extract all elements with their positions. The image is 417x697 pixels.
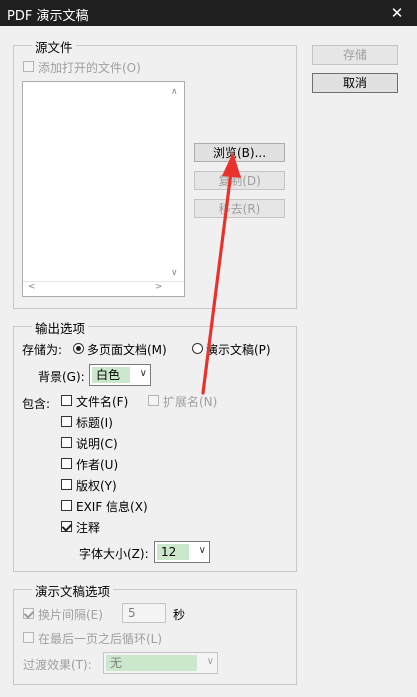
chevron-down-icon: ∨ [198,545,206,556]
remove-button[interactable]: 移去(R) [194,199,285,218]
title-label: 标题(I) [76,416,113,430]
author-label: 作者(U) [76,458,119,472]
seconds-label: 秒 [173,608,186,622]
filename-checkbox[interactable] [61,395,72,406]
exif-checkbox[interactable] [61,500,72,511]
advance-every-label: 换片间隔(E) [38,608,103,622]
font-size-value: 12 [157,544,189,560]
scroll-down-icon[interactable]: ∨ [171,268,178,278]
description-label: 说明(C) [76,437,118,451]
multipage-document-label: 多页面文档(M) [87,343,167,357]
exif-label: EXIF 信息(X) [76,500,148,514]
title-bar: PDF 演示文稿 ✕ [0,0,417,26]
notes-label: 注释 [76,521,101,535]
loop-label: 在最后一页之后循环(L) [38,632,163,646]
output-options-group [13,326,297,572]
extension-checkbox[interactable] [148,395,159,406]
background-select[interactable]: 白色 ∨ [89,364,151,386]
filename-label: 文件名(F) [76,395,129,409]
extension-label: 扩展名(N) [163,395,218,409]
source-file-list[interactable]: ∧ ∨ < > [22,81,185,297]
save-as-label: 存储为: [22,343,63,357]
loop-checkbox[interactable] [23,632,34,643]
close-icon[interactable]: ✕ [380,2,414,24]
add-open-files-label: 添加打开的文件(O) [38,61,141,75]
title-checkbox[interactable] [61,416,72,427]
advance-seconds-input[interactable]: 5 [122,603,166,623]
presentation-options-legend: 演示文稿选项 [32,581,114,600]
copyright-checkbox[interactable] [61,479,72,490]
source-files-legend: 源文件 [32,37,76,56]
transition-label: 过渡效果(T): [23,658,92,672]
scroll-left-icon[interactable]: < [28,282,36,292]
font-size-label: 字体大小(Z): [79,547,149,561]
duplicate-button[interactable]: 复制(D) [194,171,285,190]
include-label: 包含: [22,397,51,411]
copyright-label: 版权(Y) [76,479,117,493]
browse-button[interactable]: 浏览(B)... [194,143,285,162]
author-checkbox[interactable] [61,458,72,469]
window-title: PDF 演示文稿 [7,9,89,24]
advance-every-checkbox[interactable] [23,608,34,619]
background-label: 背景(G): [38,370,85,384]
horizontal-scrollbar[interactable]: < > [23,281,184,297]
multipage-document-radio[interactable] [73,343,84,354]
description-checkbox[interactable] [61,437,72,448]
font-size-select[interactable]: 12 ∨ [154,541,210,563]
transition-select[interactable]: 无 ∨ [103,652,218,674]
chevron-down-icon: ∨ [206,656,214,667]
transition-value: 无 [106,655,197,671]
chevron-down-icon: ∨ [139,368,147,379]
add-open-files-checkbox[interactable] [23,61,34,72]
scroll-right-icon[interactable]: > [155,282,163,292]
scroll-up-icon[interactable]: ∧ [171,87,178,97]
notes-checkbox[interactable] [61,521,72,532]
presentation-radio[interactable] [192,343,203,354]
output-options-legend: 输出选项 [32,318,89,337]
background-value: 白色 [92,367,130,383]
save-button[interactable]: 存储 [312,45,398,65]
cancel-button[interactable]: 取消 [312,73,398,93]
presentation-label: 演示文稿(P) [206,343,271,357]
